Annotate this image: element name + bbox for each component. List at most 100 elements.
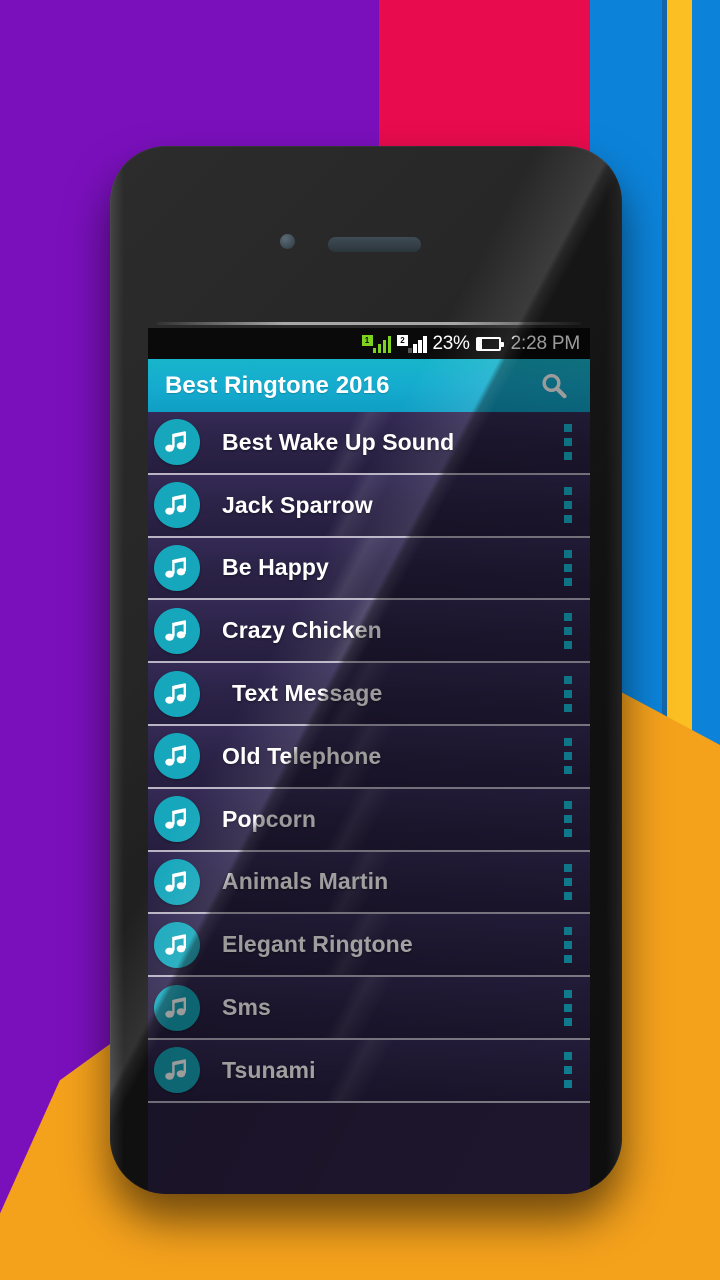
overflow-menu-icon[interactable] (560, 483, 576, 527)
music-note-icon (165, 431, 186, 453)
row-glare (148, 977, 590, 1038)
overflow-dot (564, 801, 572, 810)
ringtone-title: Text Message (232, 680, 383, 707)
ringtone-list-item[interactable]: Sms (148, 977, 590, 1040)
music-note-icon (165, 996, 186, 1018)
row-glare (148, 1039, 590, 1101)
status-bar-clock: 2:28 PM (510, 332, 581, 354)
overflow-dot (564, 577, 572, 586)
ringtone-title: Animals Martin (222, 868, 389, 895)
overflow-menu-icon[interactable] (560, 672, 576, 716)
overflow-dot (564, 1052, 572, 1061)
overflow-menu-icon[interactable] (560, 986, 576, 1030)
overflow-dot (564, 989, 572, 998)
overflow-menu-icon[interactable] (560, 923, 576, 967)
row-glare (148, 537, 590, 599)
ringtone-list-item[interactable]: Old Telephone (148, 725, 590, 789)
overflow-dot (564, 452, 572, 461)
overflow-menu-icon[interactable] (560, 860, 576, 904)
ringtone-avatar (154, 607, 200, 654)
ringtone-list-item[interactable]: Popcorn (148, 788, 590, 852)
overflow-menu-icon[interactable] (560, 420, 576, 464)
front-camera-icon (280, 234, 295, 249)
row-glare (148, 788, 590, 850)
overflow-dot (564, 689, 572, 698)
overflow-dot (564, 766, 572, 775)
overflow-dot (564, 626, 572, 635)
overflow-dot (564, 815, 572, 824)
music-note-icon (165, 557, 186, 578)
overflow-dot (564, 1017, 572, 1026)
sim1-bar-2 (377, 344, 381, 353)
ringtone-title: Tsunami (222, 1056, 316, 1083)
phone-screen: 1 2 23% 2:28 PM Best Ringtone 2016 Best … (148, 328, 590, 1194)
overflow-dot (564, 1080, 572, 1089)
music-note-icon (165, 494, 186, 515)
ringtone-list[interactable]: Best Wake Up Sound Jack Sparrow Be Happy Cr… (148, 412, 590, 1103)
overflow-dot (564, 891, 572, 900)
ringtone-list-item[interactable]: Text Message (148, 663, 590, 726)
sim1-badge-label: 1 (361, 335, 373, 346)
ringtone-avatar (154, 1047, 200, 1094)
overflow-dot (564, 640, 572, 649)
sim1-bar-1 (372, 348, 376, 353)
overflow-dot (564, 738, 572, 747)
overflow-dot (564, 501, 572, 510)
search-button[interactable] (532, 364, 576, 408)
overflow-dot (564, 829, 572, 838)
overflow-dot (564, 675, 572, 684)
ringtone-avatar (154, 733, 200, 780)
overflow-menu-icon[interactable] (560, 797, 576, 841)
ringtone-avatar (154, 984, 200, 1031)
overflow-dot (564, 563, 572, 572)
ringtone-title: Popcorn (222, 805, 316, 832)
ringtone-avatar (154, 544, 200, 591)
sim2-bar-3 (418, 340, 422, 353)
overflow-dot (564, 863, 572, 872)
ringtone-avatar (154, 796, 200, 843)
earpiece-speaker-icon (328, 237, 421, 252)
music-note-icon (165, 745, 186, 767)
smartphone-mockup: 1 2 23% 2:28 PM Best Ringtone 2016 Best … (110, 146, 622, 1194)
battery-icon (475, 336, 504, 351)
sim2-badge-label: 2 (397, 335, 408, 346)
overflow-menu-icon[interactable] (560, 546, 576, 590)
overflow-dot (564, 1066, 572, 1075)
sim2-signal-icon: 2 (397, 334, 427, 353)
battery-percent-label: 23% (432, 332, 470, 354)
overflow-dot (564, 752, 572, 761)
ringtone-list-item[interactable]: Best Wake Up Sound (148, 412, 590, 475)
overflow-menu-icon[interactable] (560, 734, 576, 778)
music-note-icon (165, 808, 186, 829)
phone-edge-right (606, 146, 622, 1194)
ringtone-list-item[interactable]: Be Happy (148, 537, 590, 601)
ringtone-list-item[interactable]: Tsunami (148, 1039, 590, 1103)
overflow-dot (564, 1003, 572, 1012)
overflow-dot (564, 424, 572, 433)
ringtone-list-item[interactable]: Crazy Chicken (148, 600, 590, 664)
app-action-bar: Best Ringtone 2016 (148, 359, 590, 412)
overflow-menu-icon[interactable] (560, 1048, 576, 1092)
ringtone-list-item[interactable]: Elegant Ringtone (148, 914, 590, 978)
sim1-bar-3 (382, 340, 386, 353)
overflow-dot (564, 612, 572, 621)
ringtone-avatar (154, 921, 200, 968)
music-note-icon (165, 933, 186, 955)
ringtone-avatar (154, 670, 200, 717)
sim2-bar-2 (413, 344, 417, 353)
sim2-bar-4 (423, 336, 427, 353)
phone-edge-left (110, 146, 124, 1194)
ringtone-avatar (154, 482, 200, 529)
ringtone-avatar (154, 419, 200, 466)
music-note-icon (165, 1059, 186, 1081)
overflow-menu-icon[interactable] (560, 609, 576, 653)
android-status-bar: 1 2 23% 2:28 PM (148, 328, 590, 359)
ringtone-avatar (154, 858, 200, 905)
overflow-dot (564, 515, 572, 524)
ringtone-list-item[interactable]: Jack Sparrow (148, 474, 590, 538)
overflow-dot (564, 549, 572, 558)
ringtone-list-item[interactable]: Animals Martin (148, 851, 590, 915)
overflow-dot (564, 703, 572, 712)
ringtone-title: Sms (222, 994, 271, 1021)
music-note-icon (165, 619, 186, 641)
